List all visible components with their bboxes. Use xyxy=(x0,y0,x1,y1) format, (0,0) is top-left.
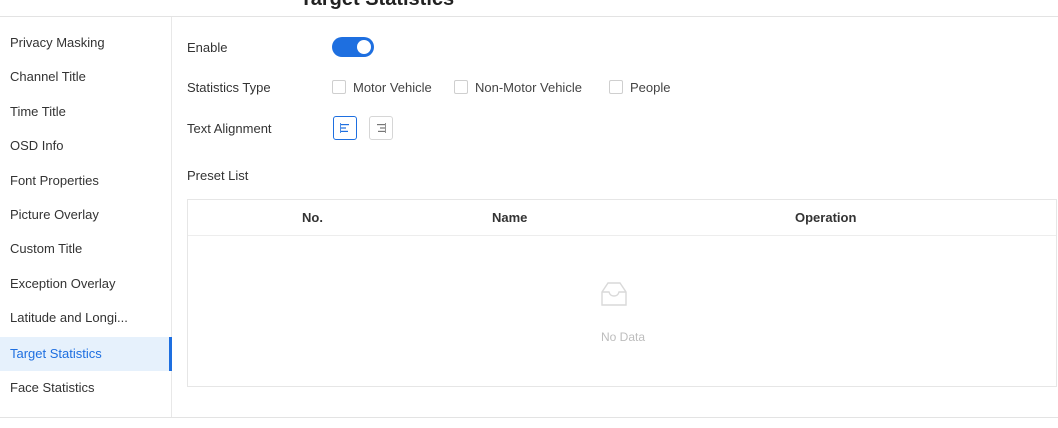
sidebar-item-face-statistics[interactable]: Face Statistics xyxy=(0,371,172,405)
checkbox-non-motor-vehicle[interactable]: Non-Motor Vehicle xyxy=(454,78,582,96)
settings-panel: Privacy Masking Channel Title Time Title… xyxy=(0,16,1058,418)
checkbox-box xyxy=(332,80,346,94)
checkbox-box xyxy=(454,80,468,94)
sidebar-item-target-statistics[interactable]: Target Statistics xyxy=(0,337,172,371)
column-header-no: No. xyxy=(302,210,323,225)
sidebar-item-latitude-longitude[interactable]: Latitude and Longi... xyxy=(0,301,172,335)
empty-state-text: No Data xyxy=(600,330,646,344)
preset-table: No. Name Operation No Data xyxy=(187,199,1057,387)
checkbox-box xyxy=(609,80,623,94)
sidebar-item-custom-title[interactable]: Custom Title xyxy=(0,232,172,266)
table-header: No. Name Operation xyxy=(188,200,1056,236)
page-header: Target Statistics xyxy=(0,0,1058,16)
main-content: Enable Statistics Type Motor Vehicle Non… xyxy=(187,17,1058,417)
checkbox-motor-vehicle[interactable]: Motor Vehicle xyxy=(332,78,432,96)
checkbox-label: Non-Motor Vehicle xyxy=(475,79,582,95)
enable-toggle[interactable] xyxy=(332,37,374,57)
statistics-type-label: Statistics Type xyxy=(187,80,271,95)
column-header-operation: Operation xyxy=(795,210,857,225)
sidebar-item-picture-overlay[interactable]: Picture Overlay xyxy=(0,198,172,232)
align-right-button[interactable] xyxy=(369,116,393,140)
text-alignment-label: Text Alignment xyxy=(187,121,272,136)
align-left-icon xyxy=(340,123,349,133)
sidebar: Privacy Masking Channel Title Time Title… xyxy=(0,17,172,417)
sidebar-item-osd-info[interactable]: OSD Info xyxy=(0,129,172,163)
toggle-knob xyxy=(357,40,371,54)
checkbox-label: People xyxy=(630,79,671,95)
align-left-button[interactable] xyxy=(333,116,357,140)
page-title: Target Statistics xyxy=(300,0,454,11)
sidebar-item-privacy-masking[interactable]: Privacy Masking xyxy=(0,26,172,60)
sidebar-item-font-properties[interactable]: Font Properties xyxy=(0,164,172,198)
checkbox-label: Motor Vehicle xyxy=(353,79,432,95)
column-header-name: Name xyxy=(492,210,528,225)
empty-tray-icon xyxy=(598,280,630,313)
align-right-icon xyxy=(377,123,386,133)
sidebar-item-channel-title[interactable]: Channel Title xyxy=(0,60,172,94)
sidebar-item-time-title[interactable]: Time Title xyxy=(0,95,172,129)
checkbox-people[interactable]: People xyxy=(609,78,670,96)
enable-label: Enable xyxy=(187,40,228,55)
sidebar-item-exception-overlay[interactable]: Exception Overlay xyxy=(0,267,172,301)
preset-list-label: Preset List xyxy=(187,168,249,183)
